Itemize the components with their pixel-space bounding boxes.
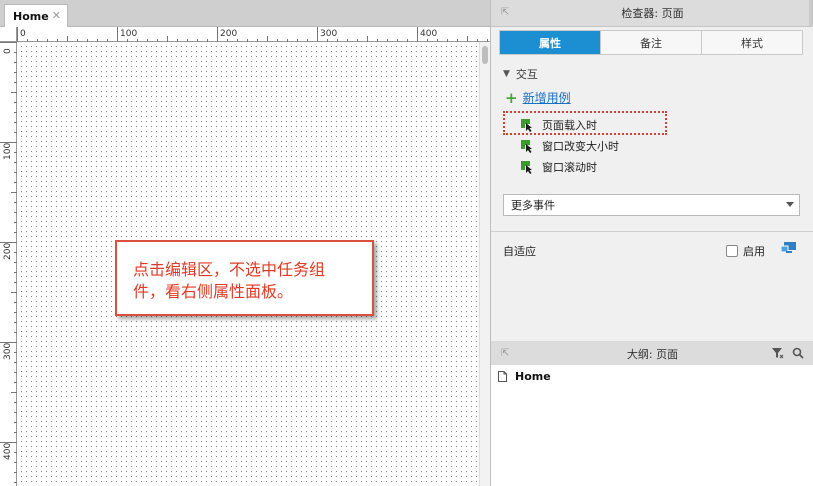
outline-title: 大纲: 页面	[626, 348, 679, 361]
ruler-top-label: 100	[120, 29, 137, 39]
page-icon	[498, 371, 507, 382]
ruler-corner	[0, 27, 17, 42]
pin-icon[interactable]: ⇱	[501, 348, 509, 359]
outline-tools	[772, 347, 804, 359]
tab-properties[interactable]: 属性	[500, 31, 600, 54]
event-page-load[interactable]: 页面载入时	[521, 117, 597, 133]
panel-edge	[809, 0, 813, 27]
enable-checkbox[interactable]	[726, 245, 738, 257]
tab-style[interactable]: 样式	[701, 31, 802, 54]
more-events-label: 更多事件	[511, 199, 555, 212]
event-label: 页面载入时	[542, 119, 597, 132]
outline-tree: Home	[491, 365, 813, 486]
outline-header: ⇱ 大纲: 页面	[491, 341, 813, 368]
callout-text: 点击编辑区，不选中任务组件，看右侧属性面板。	[133, 260, 326, 301]
ruler-left-label: 0	[3, 48, 13, 54]
cursor-event-icon	[521, 118, 532, 132]
search-icon[interactable]	[792, 347, 804, 359]
annotation-callout: 点击编辑区，不选中任务组件，看右侧属性面板。	[115, 240, 374, 316]
chevron-down-icon	[786, 202, 794, 207]
adaptive-label: 自适应	[503, 245, 536, 258]
add-case-link[interactable]: 新增用例	[523, 89, 571, 106]
event-label: 窗口改变大小时	[542, 140, 619, 153]
ruler-top: 0 100 200 300 400	[17, 27, 490, 42]
ruler-left-label: 100	[3, 143, 13, 160]
canvas-area: Home ✕ 0 100 200 300 400 0 100 200 300 4…	[0, 0, 490, 486]
chevron-down-icon[interactable]: ▼	[503, 69, 510, 79]
document-tab-bar: Home ✕	[0, 0, 490, 27]
outline-item-label: Home	[515, 370, 551, 383]
right-panel: ⇱ 检查器: 页面 属性 备注 样式 ▼ 交互 + 新增用例 页面载入时 窗口改…	[490, 0, 813, 486]
ruler-top-label: 300	[320, 29, 337, 39]
event-window-resize[interactable]: 窗口改变大小时	[521, 138, 619, 154]
ruler-top-label: 0	[20, 29, 26, 39]
enable-label: 启用	[743, 245, 765, 258]
more-events-select[interactable]: 更多事件	[503, 194, 800, 216]
tab-home[interactable]: Home ✕	[4, 4, 68, 27]
add-case[interactable]: + 新增用例	[505, 89, 571, 106]
ruler-left: 0 100 200 300 400	[0, 42, 17, 486]
adaptive-views-icon[interactable]	[781, 242, 796, 255]
event-label: 窗口滚动时	[542, 161, 597, 174]
tab-home-label: Home	[13, 9, 49, 23]
vertical-scrollbar[interactable]	[479, 42, 490, 486]
inspector-tabs: 属性 备注 样式	[499, 30, 803, 55]
event-window-scroll[interactable]: 窗口滚动时	[521, 159, 597, 175]
outline-item-home[interactable]: Home	[498, 370, 551, 383]
filter-icon[interactable]	[772, 347, 784, 359]
cursor-event-icon	[521, 160, 532, 174]
scrollbar-thumb[interactable]	[482, 46, 488, 64]
ruler-left-label: 400	[3, 443, 13, 460]
plus-icon: +	[505, 88, 518, 107]
ruler-top-label: 400	[420, 29, 437, 39]
ruler-left-label: 200	[3, 243, 13, 260]
pin-icon[interactable]: ⇱	[501, 7, 509, 18]
enable-adaptive[interactable]: 启用	[726, 243, 765, 259]
inspector-header: ⇱ 检查器: 页面	[491, 0, 813, 27]
inspector-title: 检查器: 页面	[621, 7, 684, 20]
ruler-left-ticks: 0 100 200 300 400	[0, 42, 17, 483]
tab-notes[interactable]: 备注	[600, 31, 701, 54]
close-icon[interactable]: ✕	[52, 9, 61, 22]
ruler-left-label: 300	[3, 343, 13, 360]
ruler-top-ticks: 0 100 200 300 400	[17, 27, 488, 42]
ruler-top-label: 200	[220, 29, 237, 39]
interaction-section-label: 交互	[515, 68, 538, 81]
cursor-event-icon	[521, 139, 532, 153]
divider	[491, 231, 813, 232]
interaction-section[interactable]: ▼ 交互	[503, 66, 538, 82]
